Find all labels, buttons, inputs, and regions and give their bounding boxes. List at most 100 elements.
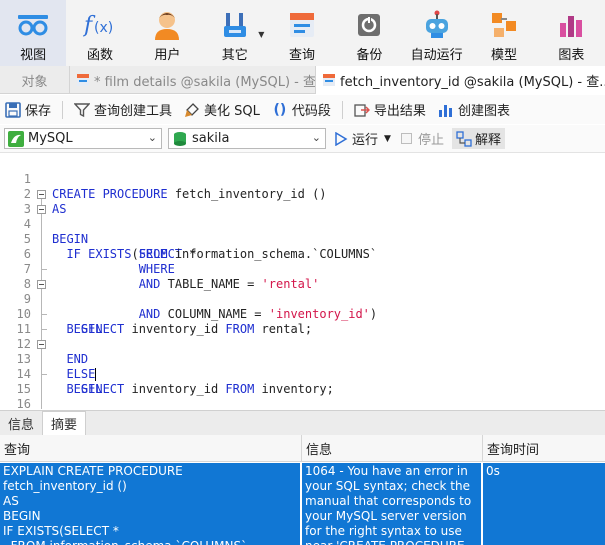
connection-select[interactable]: MySQL ⌄ [4,128,162,149]
code-line: 2 AS [0,172,605,216]
fold-toggle-icon[interactable] [37,190,46,199]
code-line: 6 WHERE [0,232,605,276]
save-icon [4,101,22,119]
cell-info[interactable]: 1064 - You have an error in your SQL syn… [302,463,483,545]
connection-bar: MySQL ⌄ sakila ⌄ 运行 ▼ 停止 解释 [0,125,605,153]
tab-objects[interactable]: 对象 [0,66,70,94]
chevron-down-icon[interactable]: ▼ [258,30,264,39]
run-label: 运行 [352,133,379,148]
tab-info[interactable]: 信息 [0,411,42,435]
ribbon-view-button[interactable]: 视图 [0,0,67,66]
tab-label: * film details @sakila (MySQL) - 查询 [94,74,316,90]
explain-button[interactable]: 解释 [451,128,505,149]
view-icon [16,8,50,42]
brush-icon [183,101,201,119]
play-icon [335,131,348,146]
tab-label: 摘要 [51,418,78,433]
cell-time[interactable]: 0s [483,463,605,545]
ribbon-label: 视图 [20,48,47,63]
ribbon-backup-button[interactable]: 备份 [336,0,403,66]
column-header-time[interactable]: 查询时间 [483,435,605,462]
svg-text:(x): (x) [94,20,113,36]
chevron-down-icon: ⌄ [147,131,157,144]
ribbon-model-button[interactable]: 模型 [470,0,537,66]
ribbon-function-button[interactable]: f (x) 函数 [66,0,133,66]
create-chart-button[interactable]: 创建图表 [437,100,510,119]
explain-label: 解释 [474,133,501,148]
tab-film-details[interactable]: * film details @sakila (MySQL) - 查询 [70,66,316,94]
tab-label: 对象 [21,74,48,90]
code-snippet-label: 代码段 [291,104,331,119]
user-icon [150,8,184,42]
beautify-sql-label: 美化 SQL [204,104,260,119]
database-icon [174,131,186,146]
export-result-label: 导出结果 [373,104,426,119]
chevron-down-icon[interactable]: ▼ [384,134,391,144]
column-header-query[interactable]: 查询 [0,435,302,462]
ribbon-others-button[interactable]: 其它 ▼ [201,0,268,66]
code-line: 13 BEGIN [0,337,605,396]
table-row[interactable]: EXPLAIN CREATE PROCEDURE fetch_inventory… [0,463,605,545]
fold-end-marker [41,322,47,330]
stop-label: 停止 [417,133,444,148]
fold-end-marker [41,307,47,315]
chevron-down-icon: ⌄ [311,131,321,144]
database-select[interactable]: sakila ⌄ [168,128,326,149]
stop-icon [400,133,412,144]
query-builder-button[interactable]: 查询创建工具 [73,100,172,119]
export-result-button[interactable]: 导出结果 [353,100,426,119]
fold-toggle-icon[interactable] [37,205,46,214]
query-icon [77,74,89,86]
ribbon-label: 函数 [87,48,114,63]
tools-icon [218,8,252,42]
toolbar-divider [341,100,343,119]
cell-query[interactable]: EXPLAIN CREATE PROCEDURE fetch_inventory… [0,463,302,545]
ribbon-chart-button[interactable]: 图表 [538,0,605,66]
ribbon-query-button[interactable]: 查询 [268,0,335,66]
beautify-sql-button[interactable]: 美化 SQL [183,100,260,119]
funnel-icon [73,101,91,119]
tab-summary[interactable]: 摘要 [42,411,87,435]
query-icon [323,74,335,86]
code-line: 14 SELECT inventory_id FROM inventory; [0,352,605,396]
model-icon [487,8,521,42]
code-snippet-button[interactable]: () 代码段 [271,100,331,120]
code-line: 9 BEGIN [0,277,605,336]
mysql-icon [8,130,24,147]
tab-fetch-inventory-id[interactable]: fetch_inventory_id @sakila (MySQL) - 查..… [316,66,605,94]
ribbon-label: 用户 [154,48,181,63]
query-icon [285,8,319,42]
create-chart-label: 创建图表 [457,104,510,119]
query-toolbar: 保存 查询创建工具 美化 SQL () 代码段 导出结果 创建图表 [0,95,605,124]
code-line: 12 ELSE [0,322,605,381]
document-tabs: 对象 * film details @sakila (MySQL) - 查询 f… [0,66,605,94]
code-line: 1 CREATE PROCEDURE fetch_inventory_id () [0,157,605,201]
explain-icon [456,130,472,147]
toolbar-divider [62,100,64,119]
database-value: sakila [192,131,230,146]
result-tabs: 信息 摘要 [0,410,605,435]
stop-button[interactable]: 停止 [400,129,444,148]
connection-value: MySQL [28,131,73,146]
fold-end-marker [41,262,47,270]
chart-icon [554,8,588,42]
parentheses-icon: () [273,101,287,118]
query-builder-label: 查询创建工具 [94,104,173,119]
code-line: 11 END [0,307,605,366]
code-line: 5 FROM information_schema.`COLUMNS` [0,217,605,261]
robot-icon [420,8,454,42]
fold-toggle-icon[interactable] [37,340,46,349]
ribbon-automation-button[interactable]: 自动运行 [403,0,470,66]
save-button[interactable]: 保存 [4,100,51,119]
ribbon-label: 其它 [221,48,248,63]
column-header-info[interactable]: 信息 [302,435,483,462]
ribbon-label: 模型 [491,48,518,63]
ribbon-user-button[interactable]: 用户 [134,0,201,66]
code-line: 16 END [0,382,605,426]
fold-toggle-icon[interactable] [37,280,46,289]
sql-editor[interactable]: 1 CREATE PROCEDURE fetch_inventory_id ()… [0,154,605,426]
run-button[interactable]: 运行 ▼ [334,129,391,148]
export-icon [353,101,371,119]
code-line: 4 IF EXISTS(SELECT * [0,202,605,261]
code-line: 10 SELECT inventory_id FROM rental; [0,292,605,336]
